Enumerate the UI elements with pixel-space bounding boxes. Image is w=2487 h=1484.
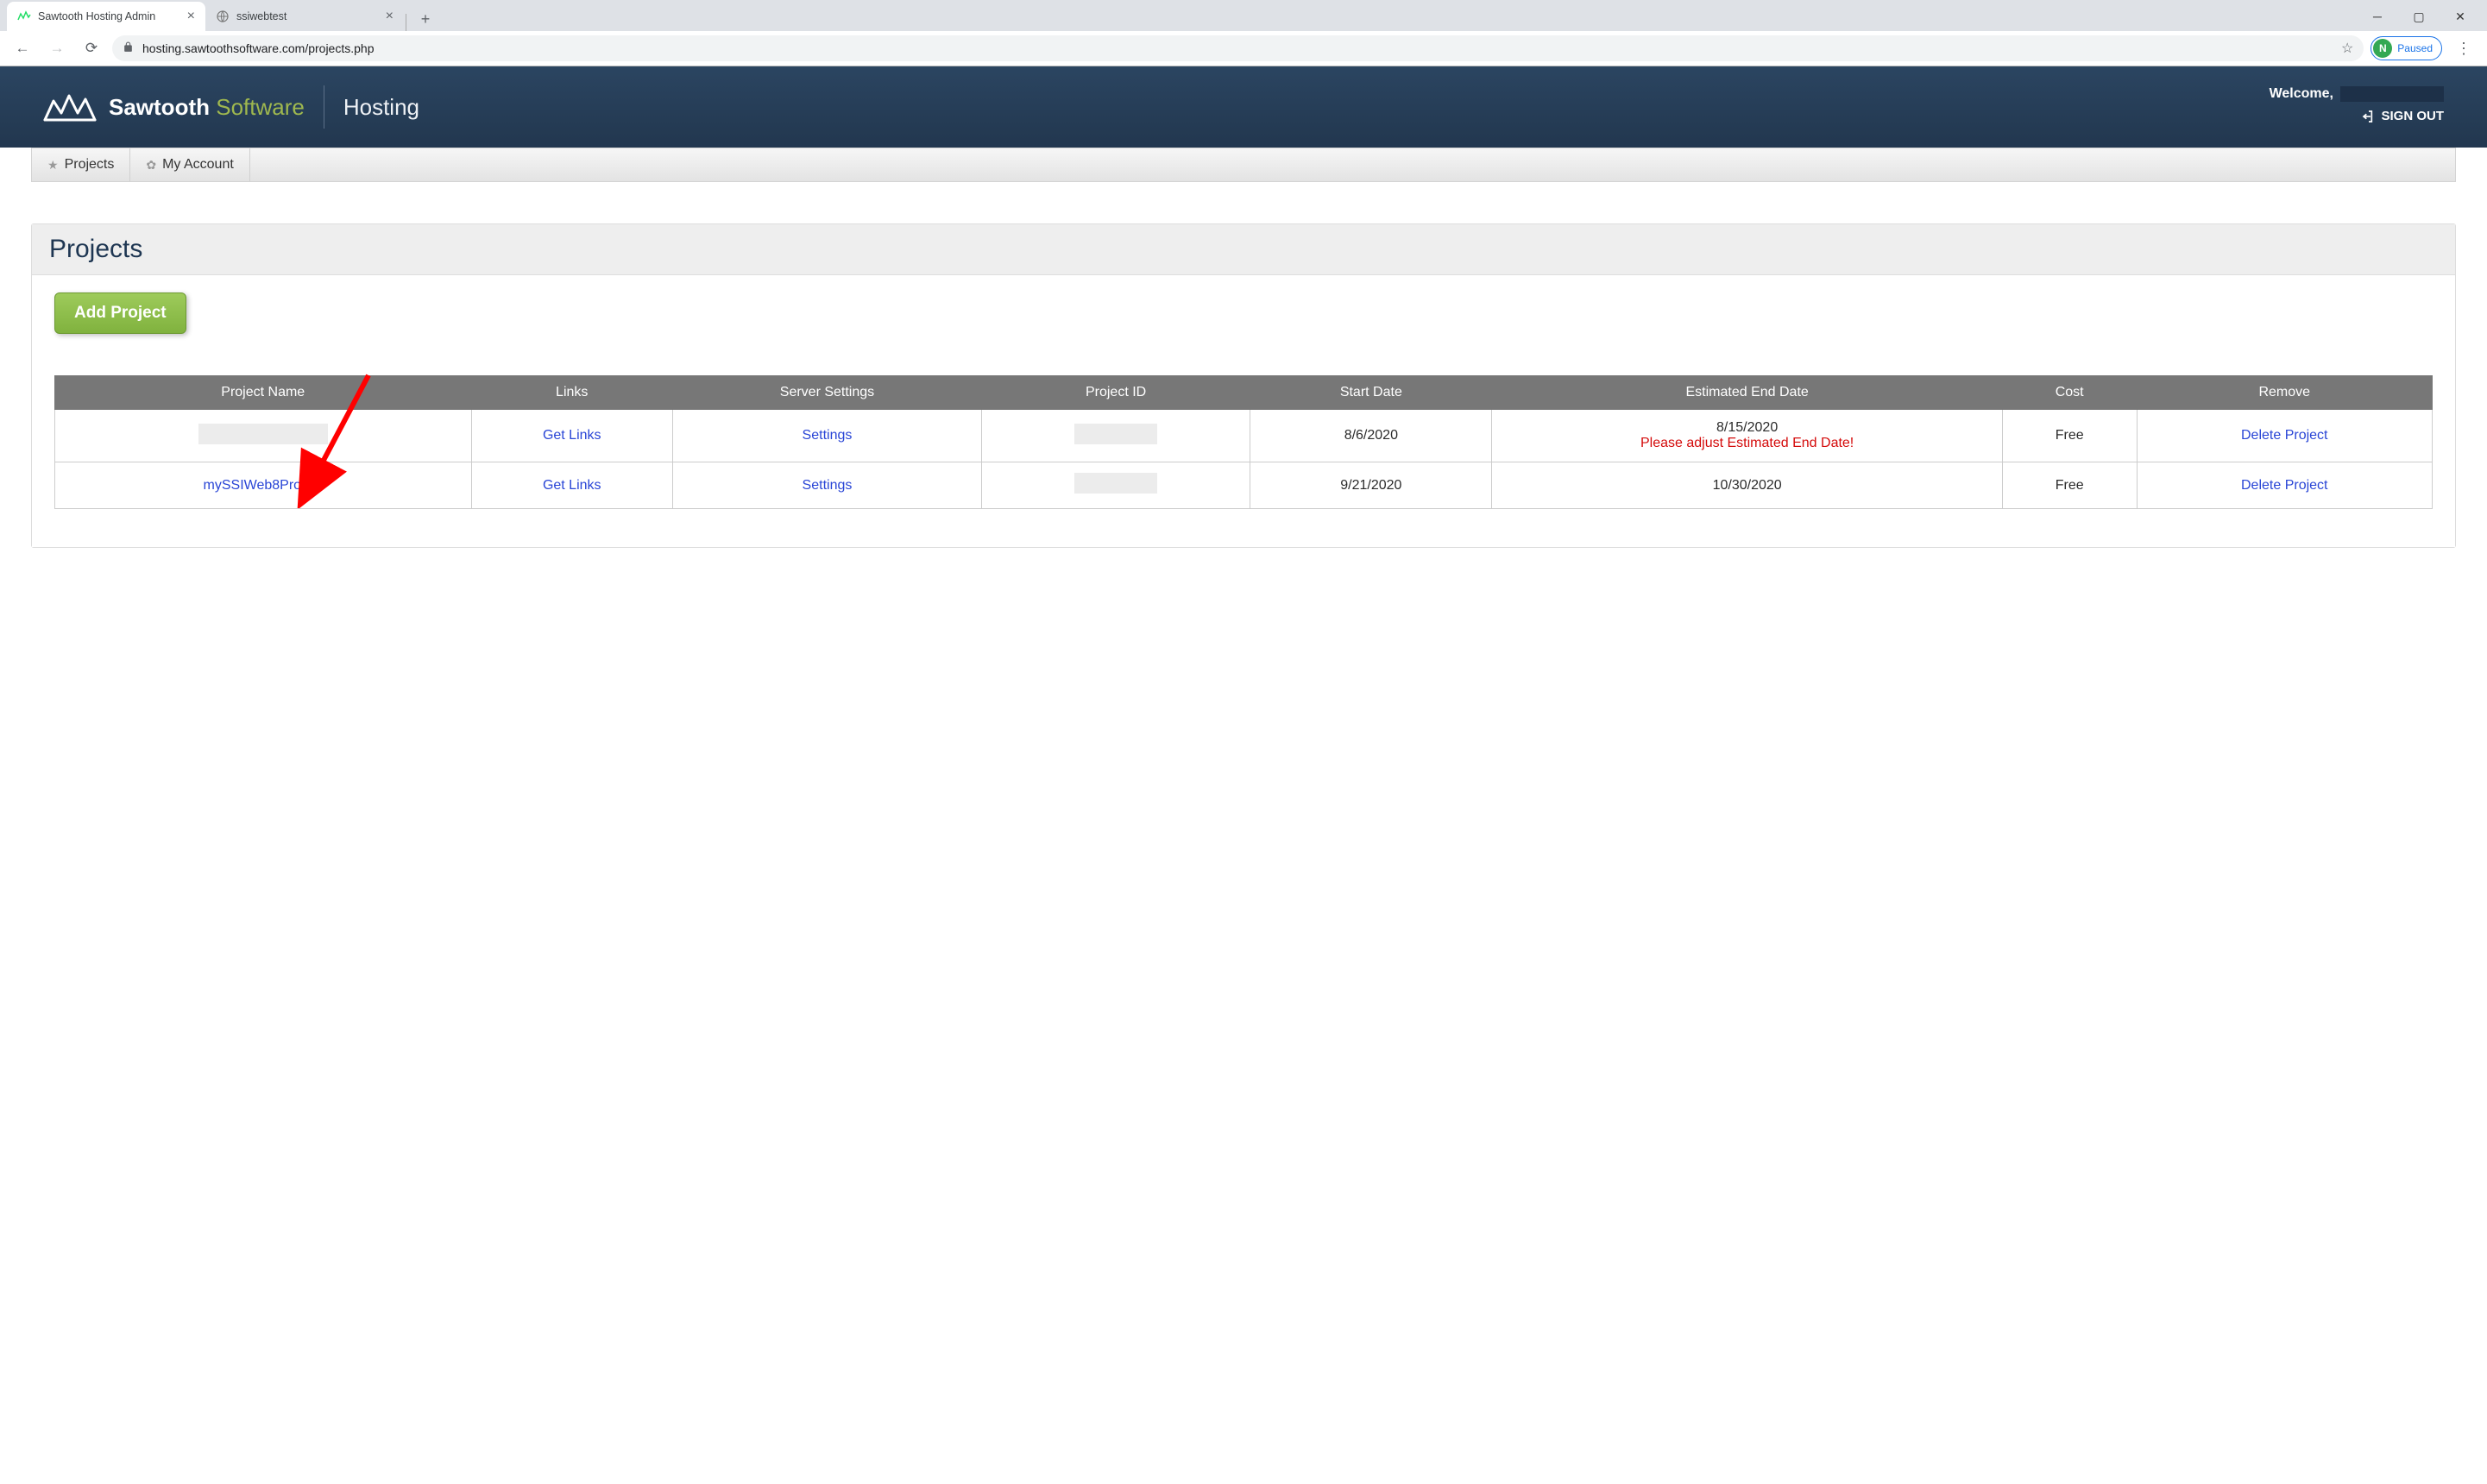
cell-end-date: 8/15/2020 Please adjust Estimated End Da… — [1492, 410, 2002, 462]
browser-menu-button[interactable]: ⋮ — [2449, 40, 2478, 58]
brand-text: Sawtooth Software — [109, 94, 305, 121]
sign-out-icon — [2360, 110, 2374, 123]
browser-chrome: ─ ▢ ✕ Sawtooth Hosting Admin × ssiwebtes… — [0, 0, 2487, 66]
profile-status: Paused — [2397, 42, 2433, 54]
gear-icon: ✿ — [146, 158, 156, 173]
brand-primary: Sawtooth — [109, 94, 210, 120]
col-remove: Remove — [2137, 376, 2433, 410]
col-cost: Cost — [2002, 376, 2137, 410]
reload-button[interactable]: ⟳ — [78, 35, 105, 62]
new-tab-button[interactable]: + — [413, 7, 438, 31]
tab-strip: Sawtooth Hosting Admin × ssiwebtest × + — [0, 0, 2487, 31]
profile-avatar: N — [2373, 39, 2392, 58]
window-maximize[interactable]: ▢ — [2399, 3, 2439, 29]
project-name-link[interactable]: mySSIWeb8Project — [204, 478, 323, 493]
tab-close-icon[interactable]: × — [386, 9, 394, 24]
page-title: Projects — [32, 224, 2455, 275]
nav-my-account[interactable]: ✿ My Account — [130, 148, 249, 181]
get-links-link[interactable]: Get Links — [543, 478, 601, 493]
profile-button[interactable]: N Paused — [2371, 36, 2442, 60]
star-icon: ★ — [47, 158, 59, 173]
cell-project-id — [981, 410, 1250, 462]
url-text: hosting.sawtoothsoftware.com/projects.ph… — [142, 41, 374, 55]
end-date-warning: Please adjust Estimated End Date! — [1501, 436, 1993, 451]
cell-cost: Free — [2002, 462, 2137, 509]
cell-start-date: 8/6/2020 — [1250, 410, 1492, 462]
col-start-date: Start Date — [1250, 376, 1492, 410]
window-minimize[interactable]: ─ — [2358, 3, 2397, 29]
main-nav: ★ Projects ✿ My Account — [31, 148, 2456, 182]
cell-end-date: 10/30/2020 — [1492, 462, 2002, 509]
projects-table: Project Name Links Server Settings Proje… — [54, 375, 2433, 509]
lock-icon — [123, 41, 134, 55]
add-project-button[interactable]: Add Project — [54, 292, 186, 334]
table-row: mySSIWeb8Project Get Links Settings 9/21… — [55, 462, 2433, 509]
projects-panel: Projects Add Project Project Name Links … — [31, 223, 2456, 548]
sign-out-label: SIGN OUT — [2381, 109, 2444, 123]
redacted-id — [1074, 473, 1157, 494]
table-header-row: Project Name Links Server Settings Proje… — [55, 376, 2433, 410]
cell-cost: Free — [2002, 410, 2137, 462]
tab-title: ssiwebtest — [236, 10, 286, 22]
col-server-settings: Server Settings — [672, 376, 981, 410]
col-links: Links — [471, 376, 672, 410]
nav-my-account-label: My Account — [162, 157, 234, 173]
settings-link[interactable]: Settings — [803, 428, 853, 443]
header-section: Hosting — [343, 94, 419, 121]
favicon-globe-icon — [216, 9, 230, 23]
brand-secondary: Software — [216, 94, 305, 120]
site-header: Sawtooth Software Hosting Welcome, SIGN … — [0, 66, 2487, 148]
address-bar[interactable]: hosting.sawtoothsoftware.com/projects.ph… — [112, 35, 2364, 61]
cell-start-date: 9/21/2020 — [1250, 462, 1492, 509]
sawtooth-logo-icon — [43, 91, 97, 123]
back-button[interactable]: ← — [9, 35, 36, 62]
nav-projects-label: Projects — [65, 157, 115, 173]
end-date-value: 8/15/2020 — [1501, 420, 1993, 436]
tab-close-icon[interactable]: × — [187, 9, 195, 24]
redacted-name — [198, 424, 328, 444]
tab-ssiwebtest[interactable]: ssiwebtest × — [205, 2, 404, 31]
bookmark-star-icon[interactable]: ☆ — [2341, 40, 2353, 57]
col-end-date: Estimated End Date — [1492, 376, 2002, 410]
table-row: Get Links Settings 8/6/2020 8/15/2020 Pl… — [55, 410, 2433, 462]
get-links-link[interactable]: Get Links — [543, 428, 601, 443]
cell-project-name — [55, 410, 472, 462]
username-redacted — [2340, 86, 2444, 102]
tab-sawtooth-admin[interactable]: Sawtooth Hosting Admin × — [7, 2, 205, 31]
delete-project-link[interactable]: Delete Project — [2241, 428, 2328, 443]
tab-title: Sawtooth Hosting Admin — [38, 10, 155, 22]
welcome-block: Welcome, SIGN OUT — [2270, 86, 2444, 128]
redacted-id — [1074, 424, 1157, 444]
brand-block: Sawtooth Software — [43, 91, 305, 123]
col-project-name: Project Name — [55, 376, 472, 410]
window-close[interactable]: ✕ — [2440, 3, 2480, 29]
welcome-label: Welcome, — [2270, 86, 2333, 102]
sign-out-link[interactable]: SIGN OUT — [2360, 109, 2444, 123]
window-controls: ─ ▢ ✕ — [2358, 3, 2480, 29]
favicon-sawtooth-icon — [17, 9, 31, 23]
col-project-id: Project ID — [981, 376, 1250, 410]
delete-project-link[interactable]: Delete Project — [2241, 478, 2328, 493]
cell-project-id — [981, 462, 1250, 509]
settings-link[interactable]: Settings — [803, 478, 853, 493]
forward-button[interactable]: → — [43, 35, 71, 62]
nav-projects[interactable]: ★ Projects — [32, 148, 130, 181]
toolbar: ← → ⟳ hosting.sawtoothsoftware.com/proje… — [0, 31, 2487, 66]
